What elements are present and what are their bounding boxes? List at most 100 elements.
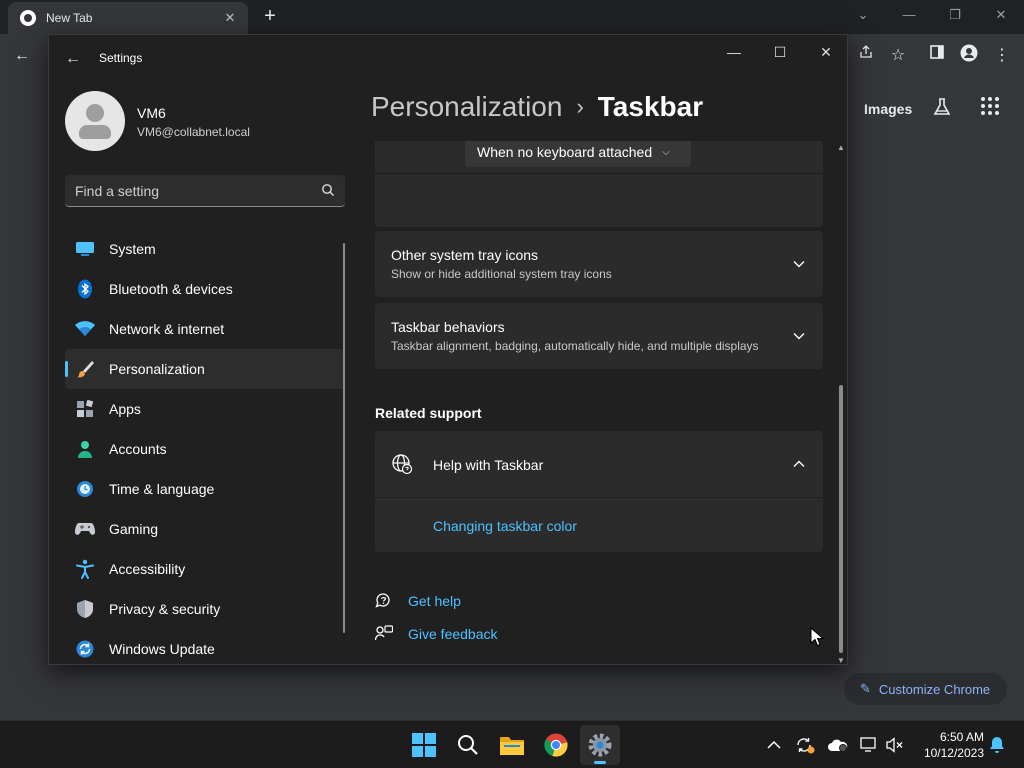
chrome-back-icon[interactable]: ← [10,44,34,68]
sidebar-item-personalization[interactable]: Personalization [65,349,345,389]
close-button[interactable]: ✕ [803,37,847,67]
sidebar-item-label: Network & internet [109,321,225,337]
bookmark-star-icon[interactable]: ☆ [886,44,910,68]
card-subtitle: Taskbar alignment, badging, automaticall… [391,339,759,353]
chrome-minimize-button[interactable]: — [897,4,921,26]
breadcrumb-parent[interactable]: Personalization [371,91,562,123]
get-help-link[interactable]: Get help [408,593,461,609]
chrome-taskbar-button[interactable] [536,725,576,765]
search-icon[interactable] [321,183,335,197]
sidebar-item-label: Gaming [109,521,159,537]
share-icon[interactable] [854,44,878,68]
sidebar-item-system[interactable]: System [65,229,345,269]
breadcrumb: Personalization › Taskbar [371,91,703,123]
wifi-icon [75,319,95,339]
taskbar: 6:50 AM 10/12/2023 [0,720,1024,768]
content-scrollbar[interactable]: ▲ ▼ [835,141,847,664]
back-arrow-icon[interactable]: ← [61,47,85,71]
avatar[interactable] [65,91,125,151]
chrome-menu-icon[interactable]: ⋮ [990,44,1014,68]
windows-logo-icon [412,733,436,757]
scroll-down-icon[interactable]: ▼ [837,656,845,664]
system-clock[interactable]: 6:50 AM 10/12/2023 [912,729,984,761]
card-title: Taskbar behaviors [391,319,505,335]
dropdown-value: When no keyboard attached [477,144,653,160]
globe-clock-icon [75,479,95,499]
chrome-close-button[interactable]: ✕ [989,4,1013,26]
changing-taskbar-color-link[interactable]: Changing taskbar color [433,518,577,534]
scrollbar-thumb[interactable] [839,385,843,653]
pencil-icon: ✎ [860,681,871,696]
minimize-button[interactable]: — [711,37,757,67]
chrome-tab-title: New Tab [46,11,93,25]
sidebar-item-network[interactable]: Network & internet [65,309,345,349]
network-display-icon[interactable] [859,735,879,755]
close-tab-icon[interactable]: ✕ [218,6,242,30]
file-explorer-button[interactable] [492,725,532,765]
taskbar-behaviors-card[interactable]: Taskbar behaviors Taskbar alignment, bad… [375,303,823,369]
show-hidden-icons-chevron-icon[interactable] [764,735,784,755]
customize-chrome-label: Customize Chrome [878,681,991,697]
sidebar-item-gaming[interactable]: Gaming [65,509,345,549]
profile-name: VM6 [137,105,166,121]
help-with-taskbar-card[interactable]: Help with Taskbar [375,431,823,497]
card-title: Other system tray icons [391,247,539,263]
sidebar-item-windows-update[interactable]: Windows Update [65,629,345,664]
apps-icon [75,399,95,419]
give-feedback-link[interactable]: Give feedback [408,626,498,642]
folder-icon [500,737,524,755]
page-title: Taskbar [597,91,704,122]
sidebar-item-accessibility[interactable]: Accessibility [65,549,345,589]
maximize-button[interactable]: ☐ [757,37,803,67]
profile-icon[interactable] [957,44,981,68]
chrome-logo-icon [544,733,568,757]
customize-chrome-button[interactable]: ✎ Customize Chrome [844,673,1007,705]
paintbrush-icon [75,359,95,379]
get-help-row[interactable]: Get help [375,591,535,611]
taskbar-search-button[interactable] [448,725,488,765]
sidebar-item-label: Apps [109,401,141,417]
card-title: Help with Taskbar [433,457,544,473]
give-feedback-row[interactable]: Give feedback [375,624,555,644]
search-icon [458,735,478,755]
chrome-tab-new-tab[interactable]: New Tab ✕ [8,2,248,34]
person-icon [75,439,95,459]
sync-warning-icon[interactable] [795,735,815,755]
chrome-restore-button[interactable]: ❐ [943,4,967,26]
start-button[interactable] [404,725,444,765]
related-support-heading: Related support [375,405,482,421]
chrome-tab-strip: New Tab ✕ + ⌄ — ❐ ✕ [0,0,1024,34]
card-subtitle: Show or hide additional system tray icon… [391,267,612,281]
monitor-icon [75,239,95,259]
sidebar-item-label: Personalization [109,361,205,377]
sidebar-item-accounts[interactable]: Accounts [65,429,345,469]
sidebar-item-time-language[interactable]: Time & language [65,469,345,509]
settings-taskbar-button[interactable] [580,725,620,765]
chevron-down-icon [793,261,805,268]
onedrive-icon[interactable] [828,735,848,755]
profile-email: VM6@collabnet.local [137,125,250,139]
images-link[interactable]: Images [864,101,912,117]
sidebar-item-bluetooth[interactable]: Bluetooth & devices [65,269,345,309]
gamepad-icon [75,519,95,539]
chrome-tab-search-icon[interactable]: ⌄ [851,4,875,26]
sidebar-scrollbar[interactable] [343,243,345,633]
search-input[interactable] [65,175,305,206]
volume-muted-icon[interactable] [885,735,905,755]
side-panel-icon[interactable] [925,44,949,68]
shield-icon [75,599,95,619]
sidebar-item-privacy[interactable]: Privacy & security [65,589,345,629]
chevron-down-icon [793,333,805,340]
touch-keyboard-dropdown[interactable]: When no keyboard attached ⌵ [465,141,691,167]
sidebar-item-apps[interactable]: Apps [65,389,345,429]
labs-flask-icon[interactable] [930,96,954,120]
scroll-up-icon[interactable]: ▲ [837,143,845,152]
globe-help-icon [392,454,413,475]
notification-bell-icon[interactable] [987,735,1007,755]
sidebar-item-label: System [109,241,156,257]
mouse-cursor-icon [810,627,824,647]
other-tray-icons-card[interactable]: Other system tray icons Show or hide add… [375,231,823,297]
accessibility-icon [75,559,95,579]
google-apps-icon[interactable] [978,96,1002,120]
new-tab-button[interactable]: + [258,5,282,29]
